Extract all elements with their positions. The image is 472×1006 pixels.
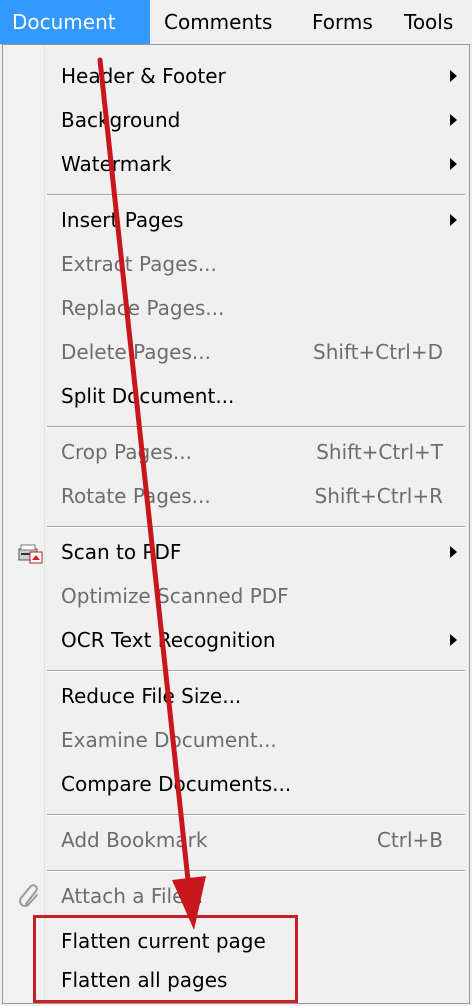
menu-item-label: Examine Document... <box>61 728 277 752</box>
menu-item-delete-pages[interactable]: Delete Pages... Shift+Ctrl+D <box>3 331 469 374</box>
menu-separator <box>47 814 465 816</box>
menu-item-ocr-text-recognition[interactable]: OCR Text Recognition <box>3 619 469 662</box>
menu-item-label: Watermark <box>61 152 172 176</box>
menu-item-label: Background <box>61 108 181 132</box>
menu-item-optimize-scanned-pdf[interactable]: Optimize Scanned PDF <box>3 575 469 618</box>
menu-forms[interactable]: Forms <box>312 0 373 44</box>
submenu-arrow-icon <box>450 634 457 646</box>
menu-separator <box>47 670 465 672</box>
menu-item-compare-documents[interactable]: Compare Documents... <box>3 763 469 806</box>
menu-item-crop-pages[interactable]: Crop Pages... Shift+Ctrl+T <box>3 431 469 474</box>
menu-item-reduce-file-size[interactable]: Reduce File Size... <box>3 675 469 718</box>
submenu-arrow-icon <box>450 214 457 226</box>
menu-separator <box>47 870 465 872</box>
menu-item-attach-a-file[interactable]: Attach a File... <box>3 875 469 918</box>
submenu-arrow-icon <box>450 70 457 82</box>
menu-item-rotate-pages[interactable]: Rotate Pages... Shift+Ctrl+R <box>3 475 469 518</box>
menu-item-label: OCR Text Recognition <box>61 628 276 652</box>
menu-item-extract-pages[interactable]: Extract Pages... <box>3 243 469 286</box>
menu-comments[interactable]: Comments <box>164 0 272 44</box>
submenu-arrow-icon <box>450 114 457 126</box>
menu-separator <box>47 526 465 528</box>
menu-item-label: Attach a File... <box>61 884 204 908</box>
menu-item-label: Replace Pages... <box>61 296 225 320</box>
scanner-icon <box>18 544 43 564</box>
menu-item-label: Add Bookmark <box>61 828 208 852</box>
menu-item-label: Reduce File Size... <box>61 684 242 708</box>
menu-bar: Document Comments Forms Tools <box>0 0 472 45</box>
submenu-arrow-icon <box>450 158 457 170</box>
menu-document[interactable]: Document <box>0 0 150 44</box>
menu-item-label: Delete Pages... <box>61 340 211 364</box>
highlight-box <box>33 915 298 1003</box>
menu-separator <box>47 426 465 428</box>
menu-item-label: Split Document... <box>61 384 235 408</box>
menu-item-header-footer[interactable]: Header & Footer <box>3 55 469 98</box>
menu-item-label: Optimize Scanned PDF <box>61 584 289 608</box>
menu-item-label: Rotate Pages... <box>61 484 211 508</box>
menu-item-add-bookmark[interactable]: Add Bookmark Ctrl+B <box>3 819 469 862</box>
menu-separator <box>47 194 465 196</box>
menu-item-scan-to-pdf[interactable]: Scan to PDF <box>3 531 469 574</box>
menu-item-label: Insert Pages <box>61 208 184 232</box>
submenu-arrow-icon <box>450 546 457 558</box>
menu-item-insert-pages[interactable]: Insert Pages <box>3 199 469 242</box>
menu-item-examine-document[interactable]: Examine Document... <box>3 719 469 762</box>
shortcut-text: Shift+Ctrl+R <box>314 484 443 508</box>
paperclip-icon <box>19 884 38 907</box>
shortcut-text: Ctrl+B <box>376 828 443 852</box>
shortcut-text: Shift+Ctrl+T <box>316 440 443 464</box>
menu-item-label: Header & Footer <box>61 64 226 88</box>
menu-item-label: Crop Pages... <box>61 440 192 464</box>
menu-item-replace-pages[interactable]: Replace Pages... <box>3 287 469 330</box>
menu-tools[interactable]: Tools <box>404 0 453 44</box>
document-menu: Header & Footer Background Watermark Ins… <box>2 44 470 1004</box>
menu-item-background[interactable]: Background <box>3 99 469 142</box>
shortcut-text: Shift+Ctrl+D <box>313 340 443 364</box>
menu-item-watermark[interactable]: Watermark <box>3 143 469 186</box>
menu-item-label: Extract Pages... <box>61 252 217 276</box>
menu-item-label: Scan to PDF <box>61 540 182 564</box>
menu-item-split-document[interactable]: Split Document... <box>3 375 469 418</box>
menu-item-label: Compare Documents... <box>61 772 292 796</box>
